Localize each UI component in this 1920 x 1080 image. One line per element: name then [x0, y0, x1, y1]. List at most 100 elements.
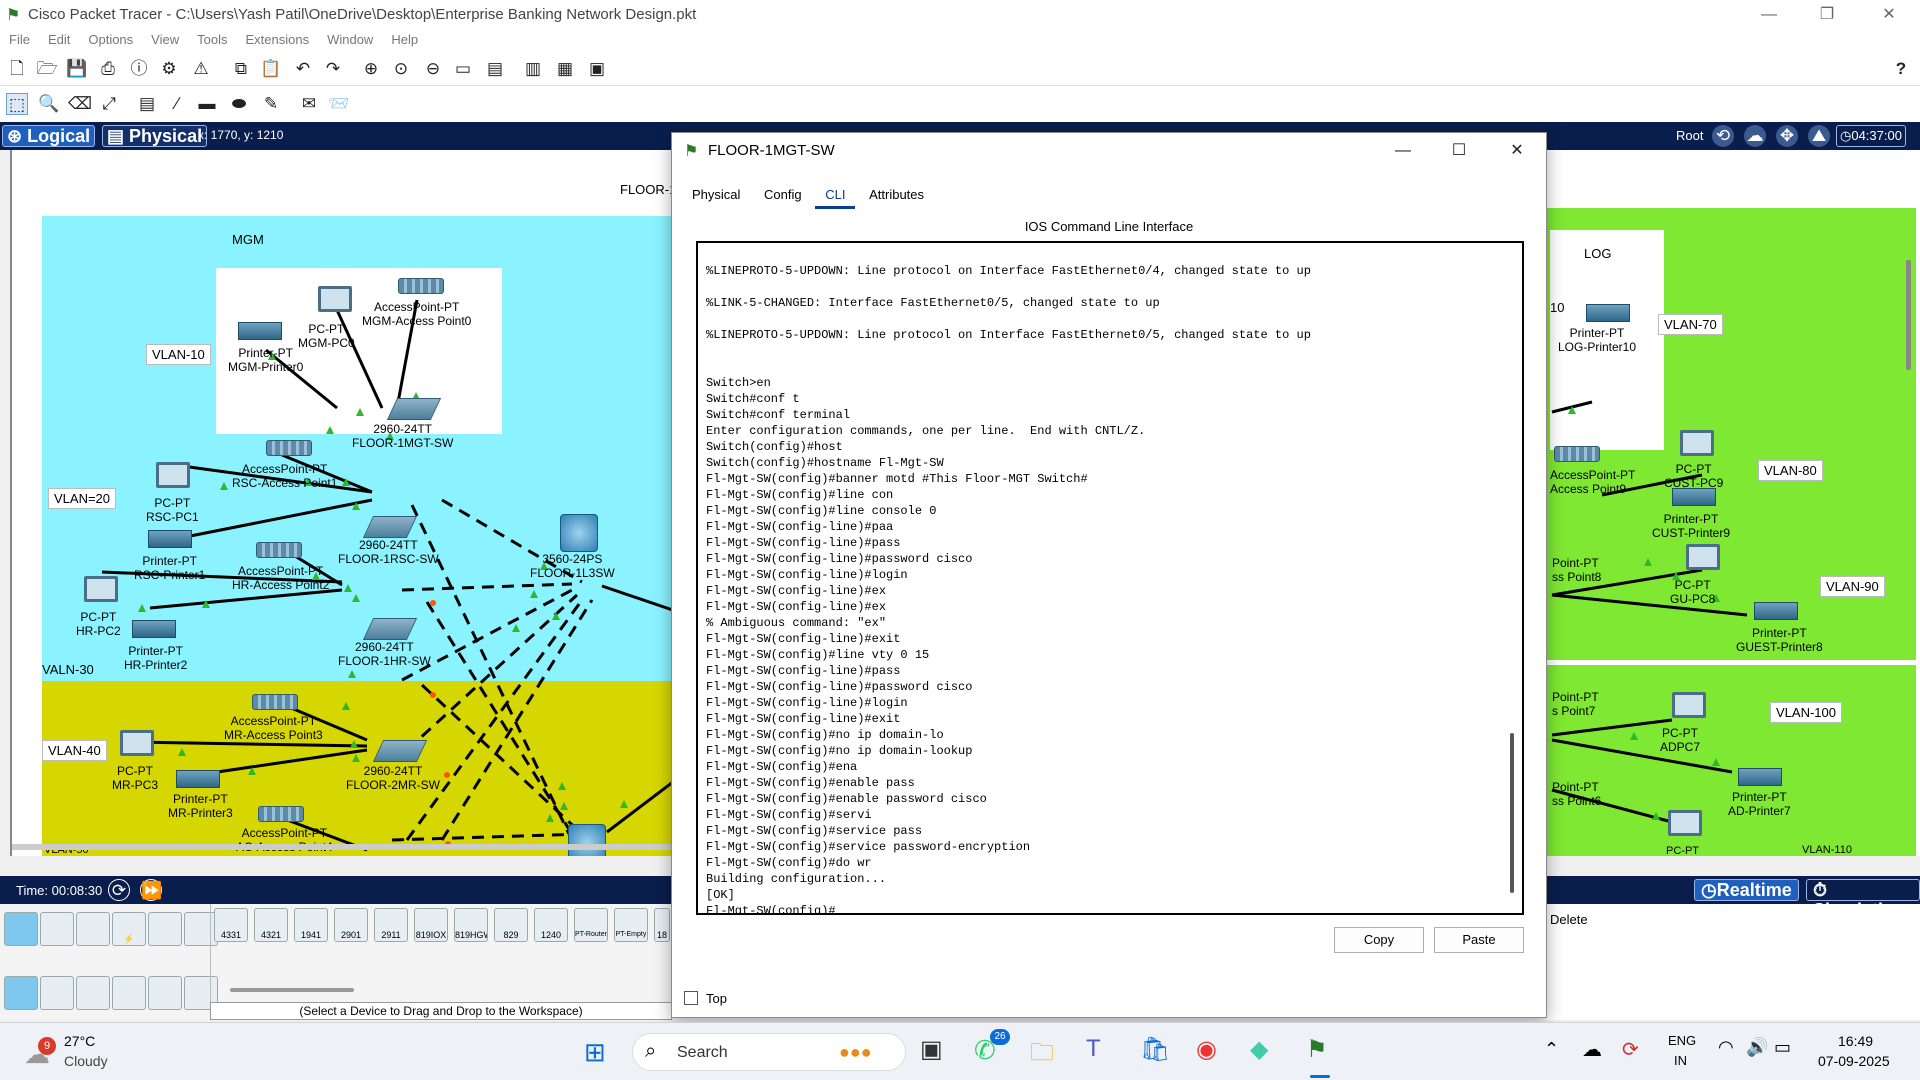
- router-2911[interactable]: 2911: [374, 908, 408, 942]
- pc-icon[interactable]: [120, 730, 154, 756]
- cli-terminal[interactable]: %LINEPROTO-5-UPDOWN: Line protocol on In…: [696, 241, 1524, 915]
- printer-icon[interactable]: [1672, 488, 1716, 506]
- router-pt-empty[interactable]: PT-Empty: [614, 908, 648, 942]
- multilayer-switch-icon[interactable]: [568, 824, 606, 856]
- drawing-palette-icon[interactable]: ▭: [452, 58, 474, 80]
- realtime-button[interactable]: ◷Realtime: [1694, 879, 1799, 901]
- region-label[interactable]: IN: [1674, 1053, 1687, 1068]
- printer-icon[interactable]: [132, 620, 176, 638]
- battery-icon[interactable]: ▭: [1774, 1037, 1791, 1058]
- tab-physical[interactable]: Physical: [682, 183, 750, 206]
- volume-icon[interactable]: 🔊: [1746, 1037, 1768, 1058]
- end-devices-category-icon[interactable]: [40, 912, 74, 946]
- access-point-icon[interactable]: [266, 440, 312, 456]
- router-819hgw[interactable]: 819HGW: [454, 908, 488, 942]
- top-checkbox[interactable]: [684, 991, 698, 1005]
- paste-icon[interactable]: 📋: [260, 58, 282, 80]
- redo-icon[interactable]: ↷: [322, 58, 344, 80]
- logical-view-button[interactable]: ⊛ Logical: [2, 125, 96, 147]
- custom-device-icon[interactable]: ▤: [484, 58, 506, 80]
- router-18xx[interactable]: 18: [654, 908, 670, 942]
- tab-attributes[interactable]: Attributes: [859, 183, 934, 206]
- wifi-icon[interactable]: ◠: [1718, 1037, 1734, 1058]
- copy-icon[interactable]: ⧉: [230, 58, 252, 80]
- router-2901[interactable]: 2901: [334, 908, 368, 942]
- access-point-icon[interactable]: [256, 542, 302, 558]
- router-829[interactable]: 829: [494, 908, 528, 942]
- multiuser-category-icon[interactable]: [184, 912, 218, 946]
- rectangle-tool-icon[interactable]: ▬: [196, 93, 218, 115]
- printer-icon[interactable]: [148, 530, 192, 548]
- device-template-icon[interactable]: ▦: [554, 58, 576, 80]
- environment-icon[interactable]: ⛰: [1808, 125, 1830, 147]
- access-point-icon[interactable]: [1554, 446, 1600, 462]
- dialog-maximize-button[interactable]: ☐: [1436, 136, 1482, 166]
- printer-icon[interactable]: [1586, 304, 1630, 322]
- image-icon[interactable]: ▣: [586, 58, 608, 80]
- menu-options[interactable]: Options: [79, 30, 142, 49]
- sync-icon[interactable]: ⟳: [1622, 1037, 1639, 1062]
- physical-view-button[interactable]: ▤ Physical: [102, 125, 208, 147]
- power-cycle-icon[interactable]: ⟳: [108, 879, 130, 901]
- viewport-icon[interactable]: ✥: [1776, 125, 1798, 147]
- router-1941[interactable]: 1941: [294, 908, 328, 942]
- connections-category-icon[interactable]: ⚡: [112, 912, 146, 946]
- security-subcategory-icon[interactable]: [148, 976, 182, 1010]
- wireless-subcategory-icon[interactable]: [112, 976, 146, 1010]
- access-point-icon[interactable]: [258, 806, 304, 822]
- info-icon[interactable]: ⓘ: [128, 58, 150, 80]
- router-4331[interactable]: 4331: [214, 908, 248, 942]
- open-folder-icon[interactable]: 🗁: [36, 58, 58, 80]
- router-819iox[interactable]: 819IOX: [414, 908, 448, 942]
- pc-icon[interactable]: [1672, 692, 1706, 718]
- router-4321[interactable]: 4321: [254, 908, 288, 942]
- delete-tool-icon[interactable]: ⌫: [68, 93, 92, 115]
- onedrive-icon[interactable]: ☁: [1582, 1037, 1602, 1062]
- hubs-subcategory-icon[interactable]: [76, 976, 110, 1010]
- pc-icon[interactable]: [84, 576, 118, 602]
- menu-edit[interactable]: Edit: [39, 30, 79, 49]
- add-simple-pdu-icon[interactable]: ✉: [298, 93, 320, 115]
- teams-icon[interactable]: T: [1086, 1035, 1101, 1063]
- print-icon[interactable]: ⎙: [97, 58, 119, 80]
- restore-button[interactable]: ❐: [1804, 0, 1850, 30]
- misc-category-icon[interactable]: [148, 912, 182, 946]
- workspace-hscrollbar[interactable]: [12, 844, 692, 850]
- clock-time[interactable]: 16:49: [1838, 1033, 1873, 1049]
- file-explorer-icon[interactable]: 🗀: [1030, 1035, 1054, 1076]
- save-icon[interactable]: 💾: [66, 58, 88, 80]
- router-1240[interactable]: 1240: [534, 908, 568, 942]
- pc-icon[interactable]: [1686, 544, 1720, 570]
- dialog-minimize-button[interactable]: —: [1380, 136, 1426, 166]
- undo-icon[interactable]: ↶: [292, 58, 314, 80]
- pc-icon[interactable]: [318, 286, 352, 312]
- chrome-icon[interactable]: ◉: [1196, 1035, 1217, 1064]
- menu-view[interactable]: View: [142, 30, 188, 49]
- pc-icon[interactable]: [1680, 430, 1714, 456]
- network-devices-category-icon[interactable]: [4, 912, 38, 946]
- note-tool-icon[interactable]: ▤: [136, 93, 158, 115]
- activity-wizard-icon[interactable]: ⚙: [158, 58, 180, 80]
- menu-window[interactable]: Window: [318, 30, 382, 49]
- resize-tool-icon[interactable]: ⤢: [98, 93, 120, 115]
- start-windows-icon[interactable]: ⊞: [584, 1037, 606, 1068]
- network-info-icon[interactable]: ⚠: [190, 58, 212, 80]
- tab-config[interactable]: Config: [754, 183, 812, 206]
- printer-icon[interactable]: [176, 770, 220, 788]
- multilayer-switch-icon[interactable]: [560, 514, 598, 552]
- view-commands-icon[interactable]: ▥: [522, 58, 544, 80]
- pc-icon[interactable]: [156, 462, 190, 488]
- help-icon[interactable]: ?: [1890, 58, 1912, 80]
- router-pt[interactable]: PT-Router: [574, 908, 608, 942]
- access-point-icon[interactable]: [398, 278, 444, 294]
- switches-subcategory-icon[interactable]: [40, 976, 74, 1010]
- app-diamond-icon[interactable]: ◆: [1250, 1035, 1268, 1064]
- workspace-scrollbar[interactable]: [1906, 260, 1911, 370]
- cluster-icon[interactable]: ☁: [1744, 125, 1766, 147]
- freeform-tool-icon[interactable]: ✎: [260, 93, 282, 115]
- taskbar-search[interactable]: ⌕ Search ●●●: [632, 1033, 906, 1071]
- tab-cli[interactable]: CLI: [815, 183, 856, 209]
- fast-forward-icon[interactable]: ⏩: [140, 879, 162, 901]
- access-point-icon[interactable]: [252, 694, 298, 710]
- store-icon[interactable]: 🛍: [1140, 1035, 1170, 1064]
